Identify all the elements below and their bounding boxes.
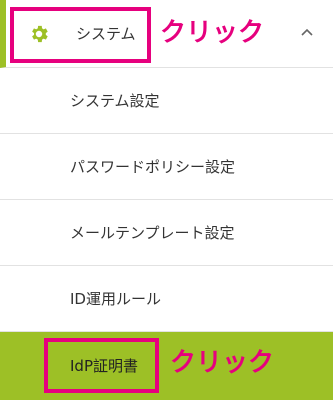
menu-item-id-rules[interactable]: ID運用ルール: [0, 266, 333, 332]
menu-item-label: パスワードポリシー設定: [70, 158, 236, 176]
menu-item-mail-template[interactable]: メールテンプレート設定: [0, 200, 333, 266]
menu-item-password-policy[interactable]: パスワードポリシー設定: [0, 134, 333, 200]
chevron-up-icon[interactable]: [298, 24, 316, 42]
highlight-box-idp-certificate: [44, 338, 159, 393]
menu-item-label: ID運用ルール: [70, 290, 161, 308]
highlight-box-system: [10, 7, 151, 63]
click-annotation: クリック: [160, 18, 265, 48]
menu-item-label: システム設定: [70, 92, 160, 110]
click-annotation: クリック: [170, 348, 275, 378]
menu-item-system-settings[interactable]: システム設定: [0, 68, 333, 134]
menu-item-label: メールテンプレート設定: [70, 224, 235, 242]
